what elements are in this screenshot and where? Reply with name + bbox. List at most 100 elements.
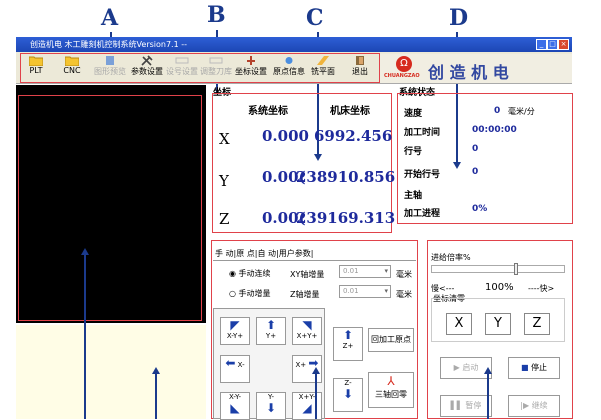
time-label: 加工时间 [404, 128, 441, 138]
x-sys-value: 0.000 [262, 127, 309, 145]
xy-inc-select[interactable]: 0.01 ▾ [339, 265, 391, 278]
mill-plane-button[interactable]: 铣平面 [308, 54, 338, 82]
folder-icon [29, 56, 43, 66]
jog-xm-button[interactable]: ⬅ X- [220, 355, 250, 383]
annotation-a: A [101, 5, 119, 31]
axis-settings-button[interactable]: 坐标设置 [232, 54, 270, 82]
xy-unit: 毫米 [396, 270, 412, 279]
resume-icon: |▶ [520, 401, 532, 410]
brand-name: 创 造 机 电 [428, 63, 509, 82]
manual-tabs[interactable]: 手 动|原 点|自 动|用户参数| [215, 248, 313, 259]
x-axis-label: X [219, 130, 230, 148]
annotation-c: C [306, 5, 324, 31]
zero-y-button[interactable]: Y [485, 313, 511, 335]
xy-inc-label: XY轴增量 [290, 270, 325, 279]
annotation-line-message [155, 372, 157, 419]
jog-xp-ym-button[interactable]: X+Y- ◢ [292, 392, 322, 420]
jog-yp-button[interactable]: ⬆ Y+ [256, 317, 286, 345]
close-button[interactable]: × [558, 39, 569, 50]
zero-x-button[interactable]: X [446, 313, 472, 335]
line-label: 行号 [404, 147, 423, 157]
preview-highlight [18, 95, 202, 321]
cnc-button[interactable]: CNC [60, 54, 84, 82]
feed-slider-track[interactable] [431, 265, 565, 273]
jog-ym-button[interactable]: Y- ⬇ [256, 392, 286, 420]
tool-library-icon [209, 57, 223, 64]
annotation-arrow-manual [312, 367, 320, 374]
mach-coord-header: 机床坐标 [330, 106, 370, 117]
annotation-line-feed [487, 372, 489, 419]
y-axis-label: Y [219, 172, 229, 190]
line-value: 0 [472, 144, 479, 154]
annotation-line-preview [84, 252, 86, 419]
annotation-arrow-message [152, 367, 160, 374]
home-icon: ⅄ [387, 374, 395, 388]
feed-title: 进给倍率% [431, 253, 471, 262]
window-title-bar: 创造机电 木工雕刻机控制系统Version7.1 -- _ □ × [16, 37, 572, 52]
speed-unit: 毫米/分 [508, 107, 535, 116]
start-line-label: 开始行号 [404, 170, 441, 180]
jog-xm-ym-button[interactable]: X-Y- ◣ [220, 392, 250, 420]
zero-z-button[interactable]: Z [524, 313, 550, 335]
tool-library-button[interactable]: 调整刀库 [198, 54, 234, 82]
origin-info-button[interactable]: 原点信息 [270, 54, 308, 82]
plt-button[interactable]: PLT [24, 54, 48, 82]
graphics-preview-area [16, 85, 206, 323]
tab-underline [213, 260, 416, 261]
brand-logo-text: CHUANGZAO [384, 73, 420, 79]
time-value: 00:00:00 [472, 125, 517, 135]
feed-fast-label: ----快> [528, 284, 555, 293]
annotation-b: B [207, 2, 226, 28]
pause-button[interactable]: ▌▌ 暂停 [440, 395, 492, 417]
pause-icon: ▌▌ [450, 401, 466, 410]
window-title: 创造机电 木工雕刻机控制系统Version7.1 -- [30, 40, 187, 49]
spindle-label: 主轴 [404, 191, 423, 201]
jog-xm-yp-button[interactable]: ◤ X-Y+ [220, 317, 250, 345]
preview-icon [106, 56, 114, 65]
brand-logo-area: Ω CHUANGZAO 创 造 机 电 [380, 54, 572, 83]
start-line-value: 0 [472, 167, 479, 177]
origin-icon [285, 57, 293, 64]
speed-label: 速度 [404, 109, 423, 119]
preview-button[interactable]: 图形预览 [90, 54, 130, 82]
param-settings-button[interactable]: 参数设置 [128, 54, 166, 82]
jog-xp-yp-button[interactable]: ◥ X+Y+ [292, 317, 322, 345]
three-axis-home-button[interactable]: ⅄ 三轴回零 [368, 372, 414, 408]
jog-zm-button[interactable]: Z- ⬇ [333, 378, 363, 412]
z-axis-label: Z [219, 210, 230, 228]
z-inc-select[interactable]: 0.01 ▾ [339, 285, 391, 298]
reset-icon [175, 57, 189, 64]
brand-emblem: Ω [396, 56, 412, 72]
annotation-arrow-preview [81, 248, 89, 255]
resume-button[interactable]: |▶ 继续 [508, 395, 560, 417]
feed-percent: 100% [485, 282, 514, 293]
stop-button[interactable]: ■ 停止 [508, 357, 560, 379]
progress-value: 0% [472, 204, 488, 214]
mode-cont-radio[interactable]: ◉ 手动连续 [229, 268, 271, 279]
minimize-button[interactable]: _ [536, 39, 547, 50]
z-mach-value: 239169.313 [296, 209, 396, 227]
annotation-d: D [449, 5, 469, 31]
z-inc-label: Z轴增量 [290, 290, 320, 299]
axis-icon [247, 56, 255, 65]
z-unit: 毫米 [396, 290, 412, 299]
speed-value: 0 [494, 106, 501, 116]
mode-step-radio[interactable]: ○ 手动增量 [229, 288, 271, 299]
x-mach-value: 6992.456 [314, 127, 393, 145]
exit-icon [356, 56, 364, 65]
exit-button[interactable]: 退出 [348, 54, 372, 82]
message-area [16, 325, 206, 419]
back-to-origin-button[interactable]: 回加工原点 [368, 328, 414, 352]
tools-icon [141, 55, 153, 66]
annotation-arrow-feed [484, 367, 492, 374]
jog-zp-button[interactable]: ⬆ Z+ [333, 327, 363, 361]
mill-icon [317, 56, 329, 65]
progress-label: 加工进程 [404, 209, 441, 219]
y-mach-value: 238910.856 [296, 168, 396, 186]
annotation-line-manual [315, 372, 317, 419]
feed-slider-thumb[interactable] [514, 263, 518, 275]
folder-icon [65, 56, 79, 66]
maximize-button[interactable]: □ [547, 39, 558, 50]
sys-coord-header: 系统坐标 [248, 106, 288, 117]
reset-settings-button[interactable]: 设号设置 [164, 54, 200, 82]
